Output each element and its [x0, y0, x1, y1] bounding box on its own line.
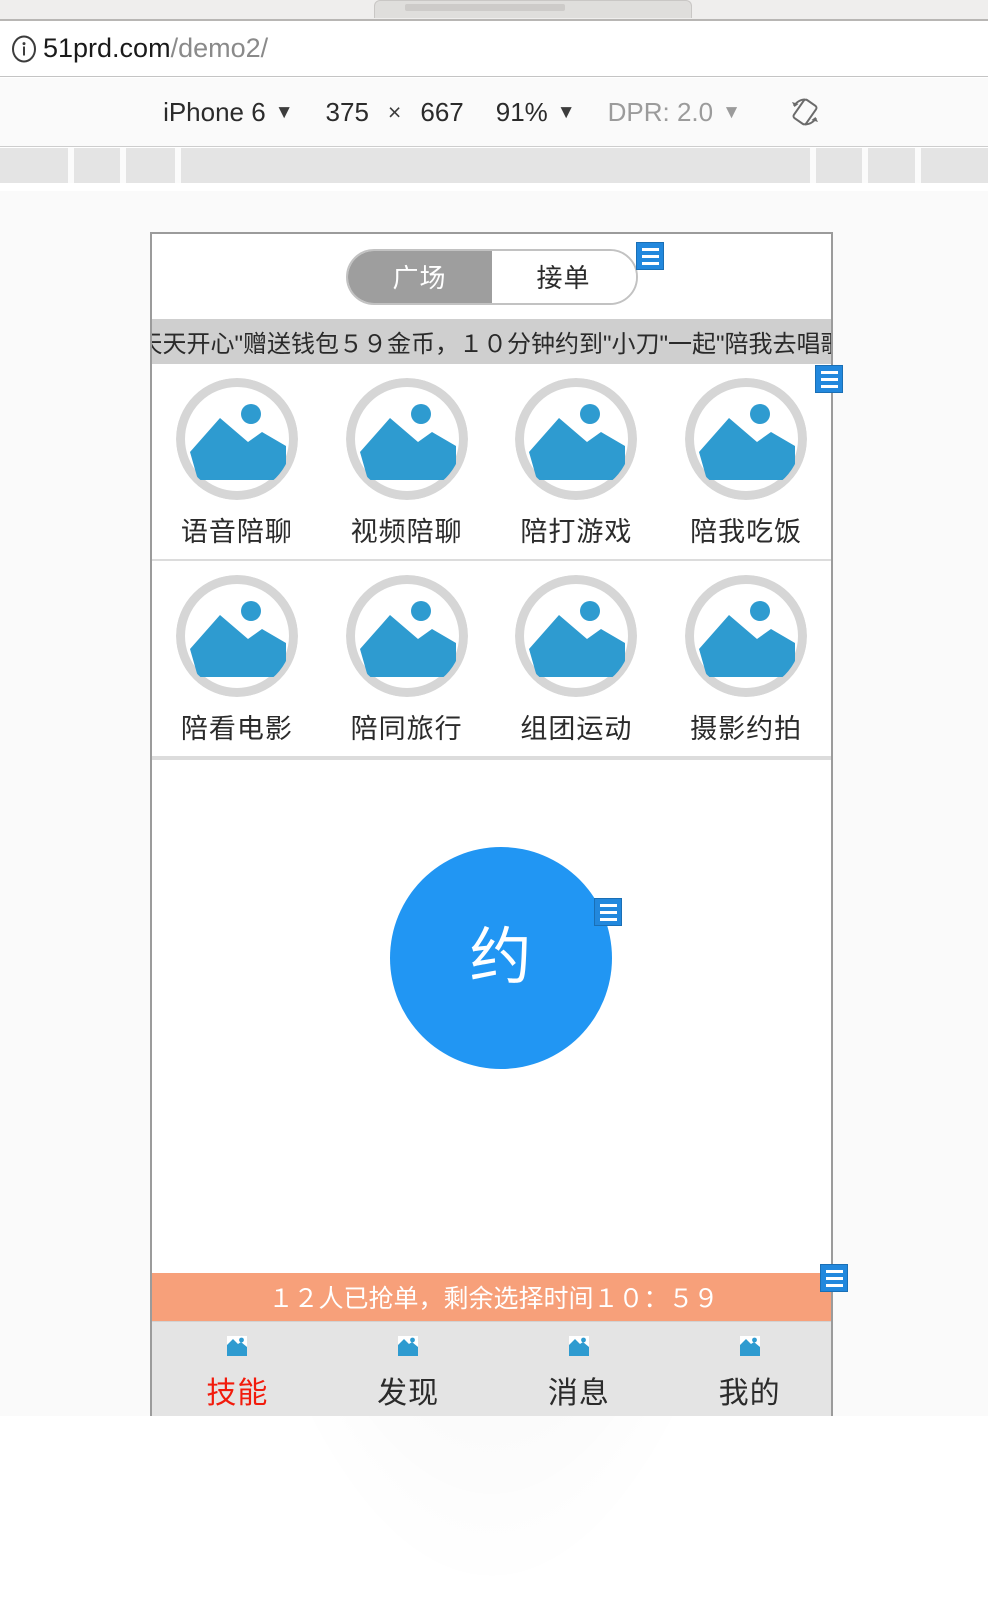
panelbar-separator — [810, 148, 816, 183]
list-badge-line — [820, 377, 838, 381]
broken-image-icon — [685, 575, 808, 697]
skill-label: 陪我吃饭 — [690, 517, 803, 547]
dimension-separator: × — [387, 98, 402, 125]
panelbar-separator — [915, 148, 921, 183]
url-host: 51prd.com — [43, 33, 171, 63]
notice-marquee[interactable]: "天天开心"赠送钱包５９金币，１０分钟约到"小刀"一起"陪我去唱歌" — [152, 319, 831, 364]
tabbar-label: 我的 — [718, 1377, 781, 1410]
device-select[interactable]: iPhone 6 ▼ — [163, 97, 293, 128]
url-text[interactable]: 51prd.com/demo2/ — [43, 33, 268, 64]
device-emulation-toolbar: iPhone 6 ▼ 375 × 667 91% ▼ DPR: 2.0 ▼ — [0, 78, 988, 147]
list-badge-line — [825, 1283, 843, 1287]
tabbar-item-messages[interactable]: 消息 — [494, 1322, 665, 1416]
list-badge-line — [825, 1276, 843, 1280]
emulated-phone-viewport: 广场 接单 "天天开心"赠送钱包５９金币，１０分钟约到"小刀"一起"陪我去唱歌"… — [150, 232, 833, 1416]
broken-image-icon — [685, 378, 808, 500]
skill-label: 陪打游戏 — [520, 517, 633, 547]
skill-item-video-chat[interactable]: 视频陪聊 — [322, 378, 492, 549]
chevron-down-icon[interactable]: ▼ — [722, 103, 741, 122]
broken-image-icon — [739, 1332, 760, 1360]
list-badge-line — [641, 261, 659, 265]
panelbar-separator — [120, 148, 126, 183]
skill-label: 陪同旅行 — [350, 714, 463, 744]
rotate-device-icon[interactable] — [785, 92, 825, 132]
center-cta-area: 约 — [152, 760, 831, 1305]
tabbar-label: 发现 — [377, 1377, 440, 1410]
skill-grid: 语音陪聊 视频陪聊 陪打游戏 陪我吃饭 陪看电影 陪同旅行 组团运动 摄影约拍 — [152, 364, 831, 760]
skill-item-movie[interactable]: 陪看电影 — [152, 575, 322, 746]
broken-image-icon — [398, 1332, 419, 1360]
tabbar-item-skills[interactable]: 技能 — [152, 1322, 323, 1416]
browser-tab[interactable] — [374, 0, 692, 18]
devtools-panel-bar[interactable] — [0, 148, 988, 183]
dpr-value: DPR: 2.0 — [607, 96, 714, 127]
zoom-value: 91% — [495, 96, 548, 127]
list-badge-line — [825, 1269, 843, 1273]
broken-image-icon — [568, 1332, 589, 1360]
viewport-width-input[interactable]: 375 — [326, 97, 369, 128]
broken-image-icon — [175, 378, 298, 500]
broken-image-icon — [345, 378, 468, 500]
info-circle-icon[interactable] — [9, 34, 39, 64]
broken-image-icon — [227, 1332, 248, 1360]
tabbar-item-profile[interactable]: 我的 — [664, 1322, 831, 1416]
skill-item-dining[interactable]: 陪我吃饭 — [661, 378, 831, 549]
grab-order-status-bar[interactable]: １２人已抢单，剩余选择时间１０：５９ — [152, 1273, 831, 1321]
broken-image-icon — [175, 575, 298, 697]
appointment-button-label: 约 — [469, 923, 533, 992]
annotation-skill-grid-badge[interactable] — [815, 365, 843, 393]
skill-item-voice-chat[interactable]: 语音陪聊 — [152, 378, 322, 549]
skill-item-photography[interactable]: 摄影约拍 — [661, 575, 831, 746]
skill-row: 陪看电影 陪同旅行 组团运动 摄影约拍 — [152, 561, 831, 758]
skill-item-travel[interactable]: 陪同旅行 — [322, 575, 492, 746]
list-badge-line — [820, 384, 838, 388]
list-badge-line — [599, 917, 617, 921]
chevron-down-icon[interactable]: ▼ — [275, 103, 294, 122]
broken-image-icon — [515, 378, 638, 500]
list-badge-line — [820, 370, 838, 374]
zoom-select[interactable]: 91% ▼ — [496, 97, 576, 128]
chevron-down-icon[interactable]: ▼ — [557, 103, 576, 122]
skill-label: 陪看电影 — [180, 714, 293, 744]
browser-tab-strip — [0, 0, 988, 20]
dpr-select[interactable]: DPR: 2.0 ▼ — [608, 97, 741, 128]
annotation-grab-bar-badge[interactable] — [820, 1264, 848, 1292]
list-badge-line — [641, 247, 659, 251]
bottom-tab-bar: 技能 发现 消息 我的 — [152, 1321, 831, 1416]
tabbar-item-discover[interactable]: 发现 — [323, 1322, 494, 1416]
skill-label: 摄影约拍 — [690, 714, 803, 744]
annotation-segmented-badge[interactable] — [636, 242, 664, 270]
skill-label: 视频陪聊 — [350, 517, 463, 547]
list-badge-line — [599, 903, 617, 907]
appointment-circle-button[interactable]: 约 — [390, 847, 612, 1069]
skill-label: 组团运动 — [520, 714, 633, 744]
segmented-control[interactable]: 广场 接单 — [345, 248, 638, 305]
skill-row: 语音陪聊 视频陪聊 陪打游戏 陪我吃饭 — [152, 364, 831, 561]
tab-orders[interactable]: 接单 — [491, 250, 636, 303]
broken-image-icon — [345, 575, 468, 697]
skill-label: 语音陪聊 — [180, 517, 293, 547]
broken-image-icon — [515, 575, 638, 697]
skill-item-game-partner[interactable]: 陪打游戏 — [492, 378, 662, 549]
panelbar-separator — [175, 148, 181, 183]
panelbar-separator — [862, 148, 868, 183]
url-path: /demo2/ — [170, 33, 269, 63]
browser-tab-title — [405, 4, 565, 11]
browser-address-bar[interactable]: 51prd.com/demo2/ — [0, 21, 988, 77]
annotation-center-button-badge[interactable] — [594, 898, 622, 926]
list-badge-line — [641, 254, 659, 258]
device-name: iPhone 6 — [163, 96, 266, 127]
skill-item-sports[interactable]: 组团运动 — [492, 575, 662, 746]
panelbar-bottom-spacer — [0, 183, 988, 191]
panelbar-separator — [68, 148, 74, 183]
segmented-control-container: 广场 接单 — [152, 234, 831, 319]
tabbar-label: 技能 — [206, 1377, 269, 1410]
tab-plaza[interactable]: 广场 — [347, 250, 492, 303]
tabbar-label: 消息 — [547, 1377, 610, 1410]
viewport-height-input[interactable]: 667 — [420, 97, 463, 128]
list-badge-line — [599, 910, 617, 914]
